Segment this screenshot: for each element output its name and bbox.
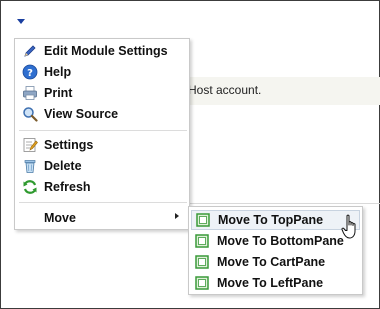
menu-item-label: View Source (44, 106, 119, 121)
menu-item-label: Refresh (44, 179, 91, 194)
menu-item-label: Delete (44, 158, 82, 173)
help-icon: ? (22, 64, 38, 80)
move-submenu: Move To TopPane Move To BottomPane Move … (188, 206, 363, 295)
submenu-item-move-to-toppane[interactable]: Move To TopPane (191, 210, 360, 230)
menu-item-label: Print (44, 85, 73, 100)
menu-separator (19, 130, 187, 131)
submenu-item-label: Move To TopPane (218, 213, 324, 227)
trash-icon (22, 158, 38, 174)
pane-icon (195, 234, 209, 248)
submenu-item-label: Move To BottomPane (217, 234, 344, 248)
pencil-icon (22, 43, 38, 59)
menu-separator (19, 202, 187, 203)
submenu-item-move-to-leftpane[interactable]: Move To LeftPane (191, 273, 360, 293)
hand-cursor-icon (341, 214, 356, 239)
menu-item-move[interactable]: Move (17, 207, 187, 228)
menu-item-label: Settings (44, 137, 94, 152)
menu-item-delete[interactable]: Delete (17, 155, 187, 176)
pane-icon (195, 276, 209, 290)
submenu-item-label: Move To CartPane (217, 255, 326, 269)
menu-item-label: Help (44, 64, 72, 79)
menu-item-label: Edit Module Settings (44, 43, 168, 58)
menu-item-refresh[interactable]: Refresh (17, 176, 187, 197)
settings-icon (22, 137, 38, 153)
dropdown-trigger-icon[interactable] (16, 18, 26, 26)
menu-item-print[interactable]: Print (17, 82, 187, 103)
pane-icon (196, 213, 210, 227)
submenu-arrow-icon (175, 213, 179, 219)
menu-item-help[interactable]: ? Help (17, 61, 187, 82)
printer-icon (22, 85, 38, 101)
submenu-item-move-to-cartpane[interactable]: Move To CartPane (191, 252, 360, 272)
pane-icon (195, 255, 209, 269)
content-divider (187, 203, 380, 204)
window-frame: Host account. Edit Module Settings ? Hel… (0, 0, 380, 309)
svg-text:?: ? (27, 68, 33, 79)
submenu-item-move-to-bottompane[interactable]: Move To BottomPane (191, 231, 360, 251)
submenu-item-label: Move To LeftPane (217, 276, 324, 290)
menu-item-view-source[interactable]: View Source (17, 103, 187, 124)
menu-item-edit-module-settings[interactable]: Edit Module Settings (17, 40, 187, 61)
magnifier-icon (22, 106, 38, 122)
content-text: Host account. (188, 83, 262, 97)
menu-item-settings[interactable]: Settings (17, 134, 187, 155)
module-actions-menu: Edit Module Settings ? Help Print View S… (14, 38, 190, 230)
menu-item-label: Move (44, 210, 76, 225)
refresh-icon (22, 179, 38, 195)
